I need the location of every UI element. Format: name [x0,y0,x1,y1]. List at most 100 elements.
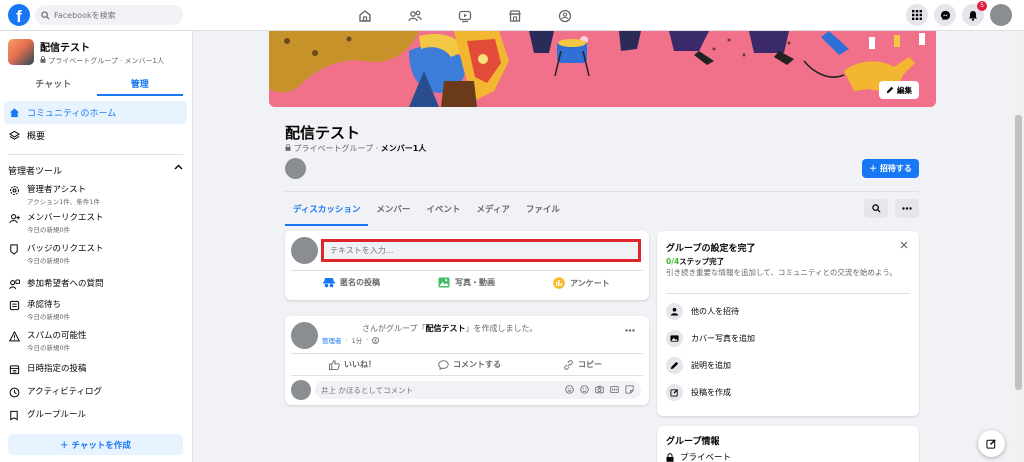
info-title: グループ情報 [666,437,720,447]
sidebar-group-name[interactable]: 配信テスト [40,39,164,54]
emoji-icon[interactable] [580,385,589,394]
tool-title: 日時指定の投稿 [27,364,87,374]
tool-subtitle: 今日の新規0件 [27,344,71,352]
nav-home[interactable] [340,0,390,31]
search-box[interactable] [35,5,183,25]
clock-icon [8,386,20,398]
step-invite[interactable]: 他の人を招待 [666,299,912,323]
tool-admin-assist[interactable]: 管理者アシスト アクション1件、条件1件 [8,183,186,206]
sidebar-item-community-home[interactable]: コミュニティのホーム [4,101,187,124]
tab-media[interactable]: メディア [468,193,517,226]
scrollbar-thumb[interactable] [1015,115,1022,390]
tool-potential-spam[interactable]: スパムの可能性 今日の新規0件 [8,329,186,352]
group-thumbnail[interactable] [8,39,34,65]
commenter-avatar[interactable] [291,380,311,400]
setup-divider [666,293,910,294]
composer-avatar[interactable] [291,237,318,264]
messenger-button[interactable] [934,4,956,26]
post-time[interactable]: 1分 [352,335,363,345]
chevron-up-icon [174,164,183,170]
sidebar-item-overview[interactable]: 概要 [4,124,187,147]
group-member-count[interactable]: メンバー1人 [381,144,427,153]
facebook-logo[interactable]: f [8,4,30,26]
tool-activity-log[interactable]: アクティビティログ [8,385,186,398]
admin-tools-header[interactable]: 管理者ツール [8,164,183,177]
photo-video-button[interactable]: 写真・動画 [438,277,495,288]
tool-title: 承認待ち [27,300,62,310]
tool-pending-approval[interactable]: 承認待ち今日の新規0件 [8,298,186,321]
poll-icon [553,277,565,289]
top-bar: f 5 [0,0,1024,31]
cover-photo [269,31,936,107]
step-create-post[interactable]: 投稿を作成 [666,380,912,404]
comment-button[interactable]: コメントする [438,359,501,370]
nav-groups[interactable] [540,0,590,31]
copy-button[interactable]: コピー [563,359,602,370]
tab-chat[interactable]: チャット [10,73,97,96]
post-text-suffix: 」を作成しました。 [465,324,538,333]
sticker-icon[interactable] [625,385,634,394]
grid-menu-icon [912,10,922,20]
tool-title: バッジのリクエスト [27,244,104,254]
step-add-cover[interactable]: カバー写真を追加 [666,326,912,350]
edit-cover-button[interactable]: 編集 [879,81,919,99]
tool-group-rules[interactable]: グループルール [8,408,186,421]
tool-member-requests[interactable]: メンバーリクエスト 今日の新規0件 [8,211,186,234]
tool-title: スパムの可能性 [27,331,87,341]
comment-icon [438,359,449,370]
post-group-link[interactable]: 配信テスト [426,324,466,333]
nav-marketplace[interactable] [490,0,540,31]
step-add-description[interactable]: 説明を追加 [666,353,912,377]
group-title: 配信テスト [285,124,361,142]
calendar-icon [8,363,20,375]
watch-icon [458,10,472,22]
tool-badge-requests[interactable]: バッジのリクエスト 今日の新規0件 [8,242,186,265]
cover-illustration [269,31,936,107]
nav-friends[interactable] [390,0,440,31]
avatar-sticker-icon[interactable] [565,385,574,394]
tab-files[interactable]: ファイル [518,193,568,226]
tab-discussion[interactable]: ディスカッション [285,193,369,226]
composer-divider [291,270,643,271]
copy-label: コピー [578,360,602,369]
gif-icon[interactable] [610,385,619,394]
new-message-button[interactable] [978,430,1005,457]
tool-scheduled-posts[interactable]: 日時指定の投稿 [8,362,186,375]
post-author-avatar[interactable] [291,322,318,349]
tool-title: グループルール [27,410,86,420]
post-options-button[interactable] [625,324,635,335]
anonymous-post-button[interactable]: 匿名の投稿 [323,277,380,288]
group-search-button[interactable] [864,199,888,218]
menu-button[interactable] [906,4,928,26]
thumbs-up-icon [329,359,340,370]
group-more-button[interactable] [895,199,919,218]
group-info-card: グループ情報 プライベート [657,426,919,462]
invite-button[interactable]: ＋ 招待する [862,159,919,178]
composer-input[interactable] [321,239,641,262]
close-setup-button[interactable] [900,239,908,252]
create-chat-button[interactable]: ＋ チャットを作成 [8,434,183,455]
poll-button[interactable]: アンケート [553,277,610,289]
search-input[interactable] [54,10,174,20]
tool-membership-questions[interactable]: 参加希望者への質問 [8,277,186,290]
gear-icon [8,184,20,196]
edit-cover-label: 編集 [897,85,912,95]
like-button[interactable]: いいね！ [329,359,376,370]
member-avatar[interactable] [285,158,306,179]
tab-events[interactable]: イベント [418,193,468,226]
tool-subtitle: 今日の新規0件 [27,313,71,321]
tab-manage[interactable]: 管理 [96,73,183,96]
tab-members[interactable]: メンバー [368,193,418,226]
step-label: 他の人を招待 [691,306,739,316]
sidebar-group-header[interactable]: 配信テスト プライベートグループ · メンバー1人 [8,39,164,66]
home-icon [9,108,20,118]
layers-icon [9,130,20,140]
camera-icon[interactable] [595,385,604,394]
setup-progress-count: 0/4 [666,257,680,266]
nav-watch[interactable] [440,0,490,31]
notifications-button[interactable]: 5 [962,1,987,26]
groups-icon [558,9,572,22]
group-privacy: プライベートグループ · [293,144,381,153]
admin-role-tag: 管理者 [322,337,342,345]
account-avatar[interactable] [990,4,1012,26]
